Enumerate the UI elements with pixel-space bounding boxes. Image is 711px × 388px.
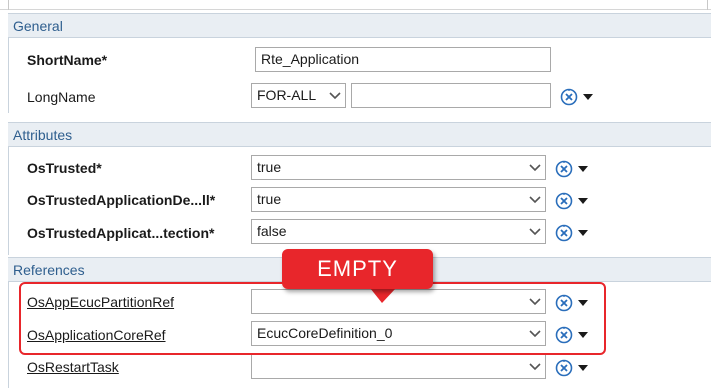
os-trusted-protection-label: OsTrustedApplicat...tection* [27,225,215,241]
dropdown-arrow-icon[interactable] [578,166,588,172]
reset-action-icon[interactable] [555,359,573,377]
os-trusted-select[interactable]: true [251,155,546,180]
dropdown-arrow-icon[interactable] [578,365,588,371]
os-trusted-app-select[interactable]: true [251,187,546,212]
long-name-language-select[interactable]: FOR-ALL [251,83,346,108]
os-trusted-value: true [257,159,282,175]
section-title-general: General [13,18,63,34]
reset-action-icon[interactable] [555,192,573,210]
chevron-down-icon [525,156,545,179]
dropdown-arrow-icon[interactable] [583,94,593,100]
reset-action-icon[interactable] [555,160,573,178]
callout-text: EMPTY [317,256,398,281]
short-name-label: ShortName* [27,52,108,68]
annotation-highlight-box [19,282,606,355]
divider [8,0,9,10]
restart-task-select[interactable] [251,354,546,379]
os-trusted-app-value: true [257,191,282,207]
long-name-label: LongName [27,89,96,105]
divider [8,282,9,388]
dropdown-arrow-icon[interactable] [578,198,588,204]
os-trusted-app-label: OsTrustedApplicationDe...ll* [27,192,216,208]
chevron-down-icon [525,355,545,378]
short-name-input[interactable]: Rte_Application [255,47,551,72]
section-title-attributes: Attributes [13,127,73,143]
chevron-down-icon [325,84,345,107]
chevron-down-icon [525,220,545,243]
section-header-attributes[interactable]: Attributes [8,122,711,147]
long-name-language-value: FOR-ALL [257,87,317,103]
top-strip [0,0,711,10]
annotation-callout: EMPTY [282,249,433,289]
divider [8,38,9,113]
callout-tail [370,288,396,303]
long-name-input[interactable] [351,83,551,108]
section-title-references: References [13,262,85,278]
section-header-general[interactable]: General [8,13,711,38]
chevron-down-icon [525,188,545,211]
reset-action-icon[interactable] [560,88,578,106]
os-trusted-label: OsTrusted* [27,160,102,176]
divider [707,0,708,10]
reset-action-icon[interactable] [555,224,573,242]
restart-task-label[interactable]: OsRestartTask [27,359,119,375]
dropdown-arrow-icon[interactable] [578,230,588,236]
divider [8,147,9,255]
os-trusted-protection-select[interactable]: false [251,219,546,244]
os-trusted-protection-value: false [257,223,287,239]
